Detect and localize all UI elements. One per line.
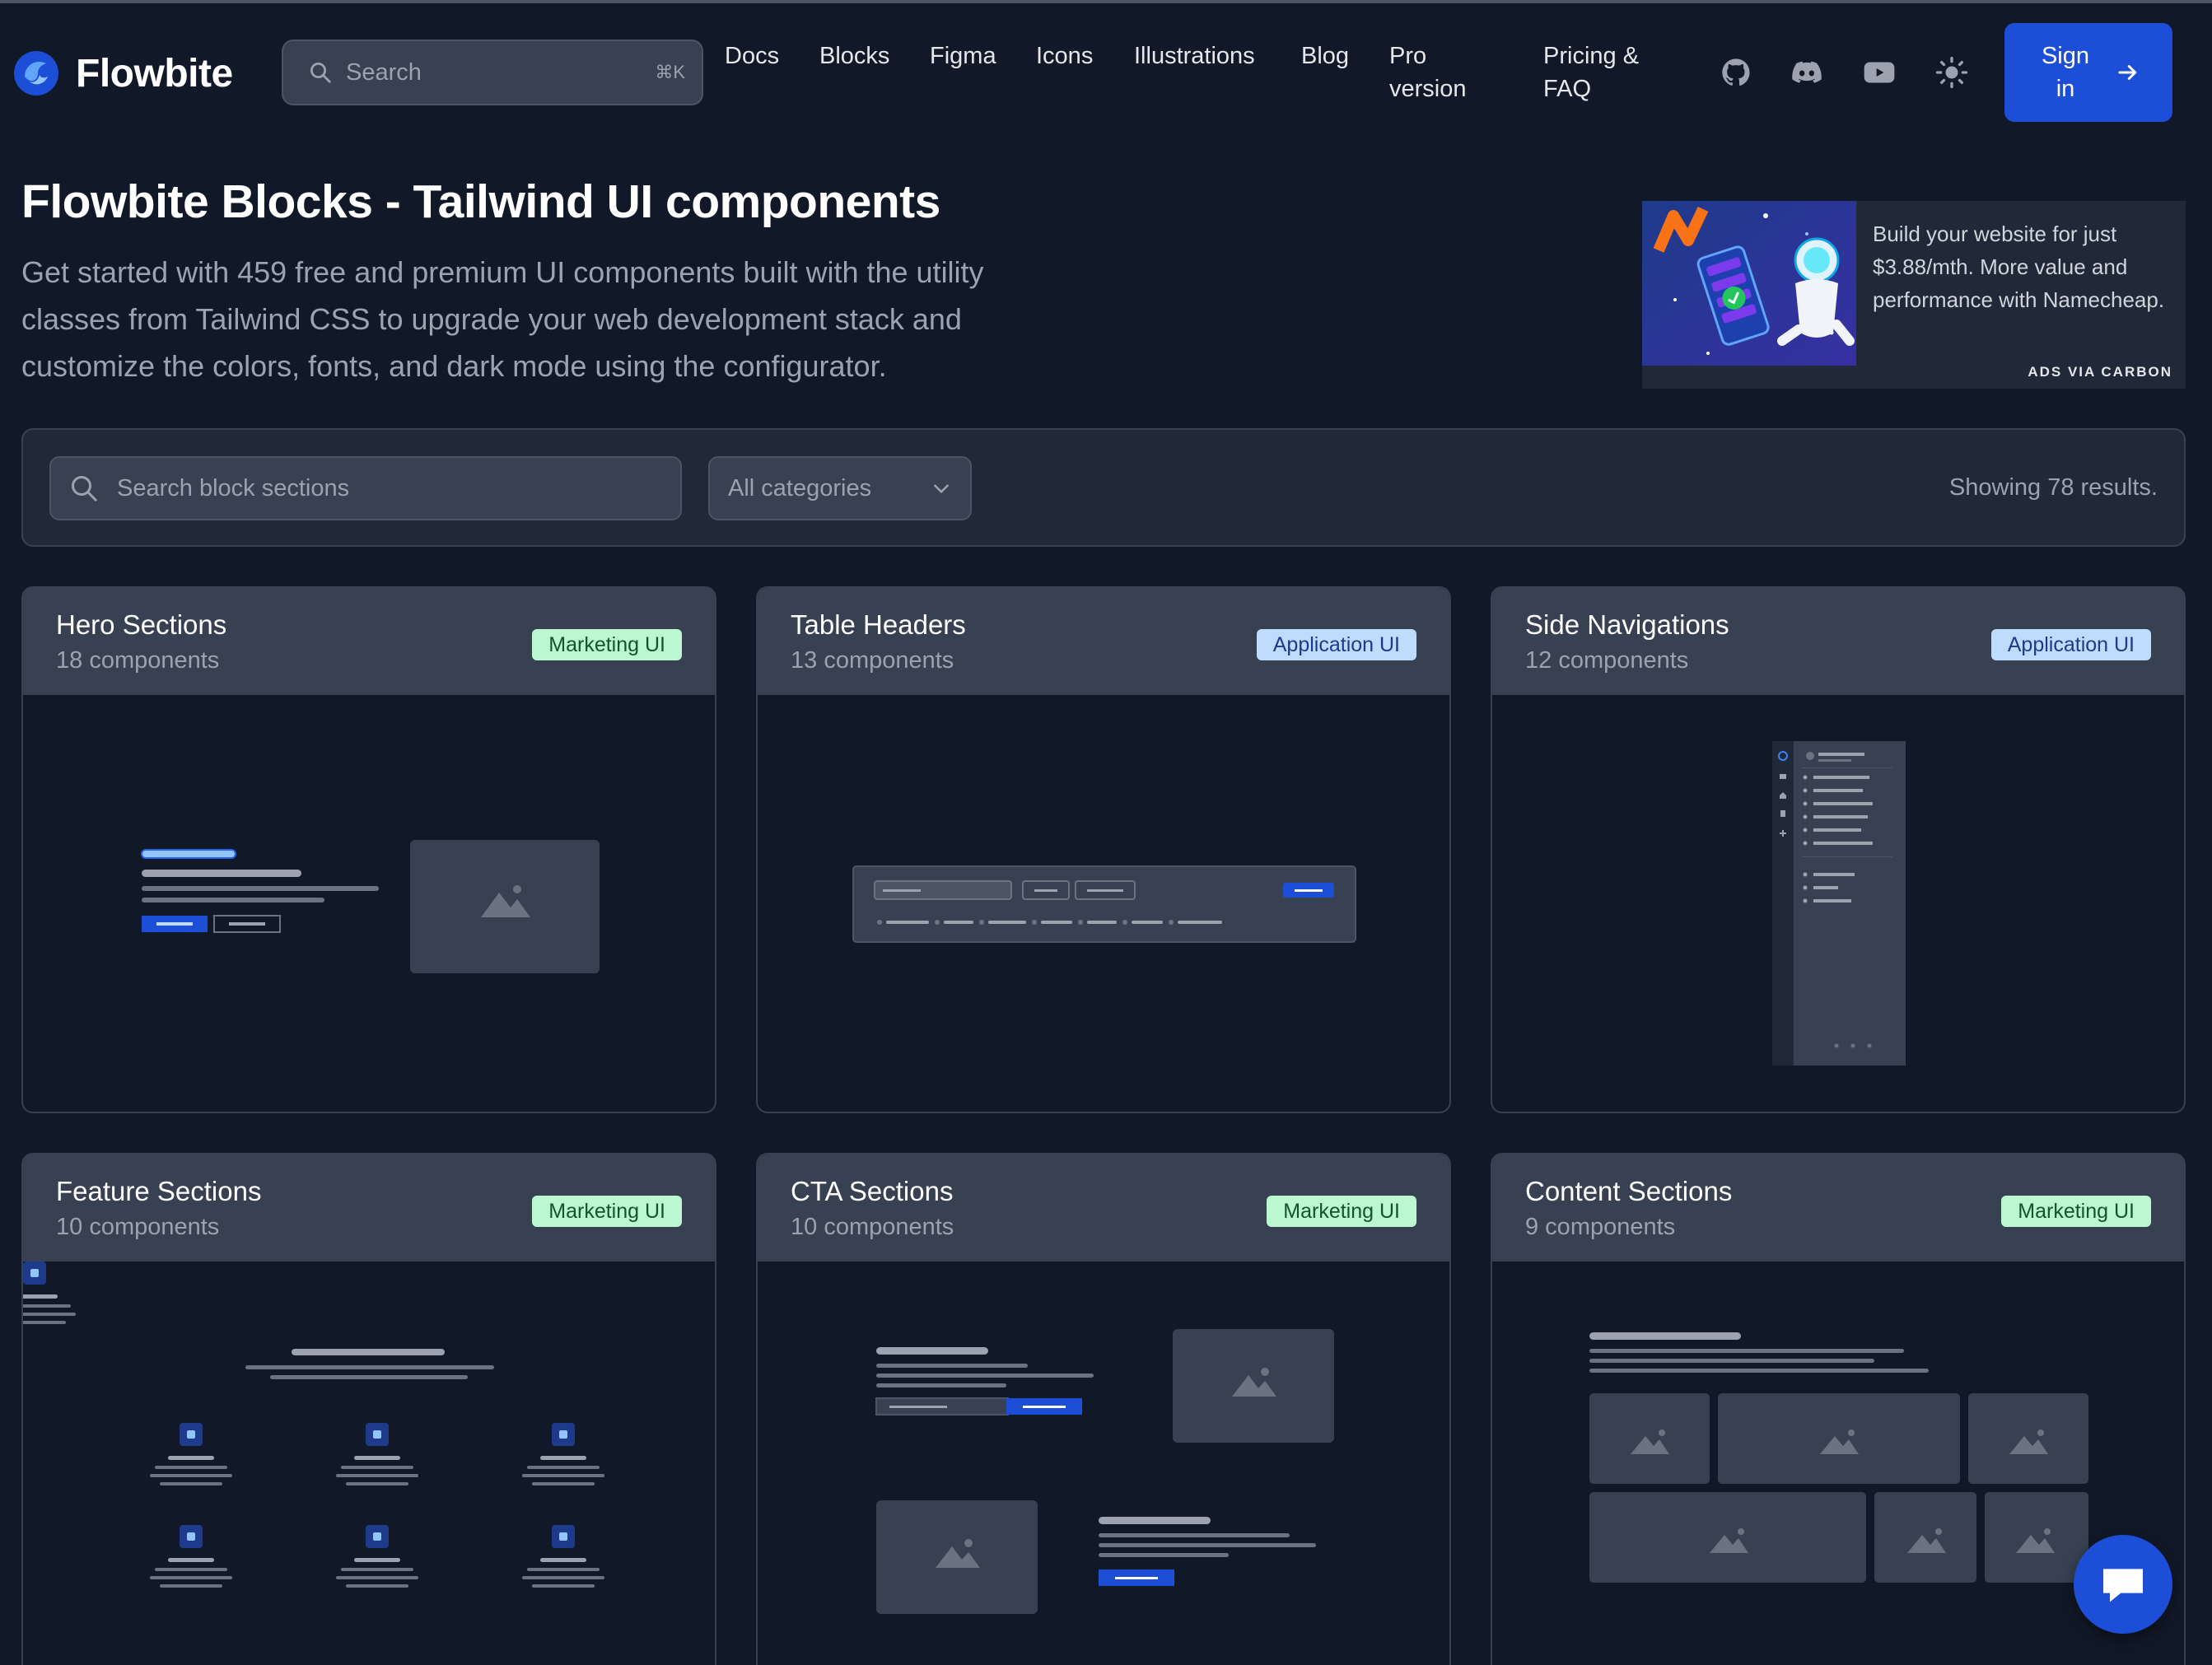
- sign-in-label: Sign in: [2037, 40, 2094, 105]
- card-count: 10 components: [791, 1214, 954, 1240]
- card-count: 12 components: [1525, 647, 1689, 674]
- nav-link-pro-line1: Pro: [1389, 43, 1427, 69]
- page-description: Get started with 459 free and premium UI…: [21, 255, 984, 383]
- card-count: 13 components: [791, 647, 954, 674]
- github-icon[interactable]: [1720, 56, 1752, 89]
- sign-in-line2: in: [2056, 76, 2075, 102]
- card-cta-sections[interactable]: CTA Sections 10 components Marketing UI: [756, 1153, 1451, 1665]
- category-badge: Application UI: [1256, 629, 1416, 660]
- nav-link-pricing-faq[interactable]: Pricing & FAQ: [1543, 40, 1639, 105]
- category-select-value: All categories: [728, 474, 872, 501]
- nav-link-pricing-line2: FAQ: [1543, 76, 1592, 102]
- card-hero-sections[interactable]: Hero Sections 18 components Marketing UI: [21, 586, 716, 1113]
- flowbite-logo-icon: [14, 51, 58, 96]
- card-preview-hero: [23, 695, 715, 1112]
- results-count: Showing 78 results.: [1948, 474, 2158, 501]
- block-search-placeholder: Search block sections: [117, 474, 350, 501]
- card-count: 10 components: [56, 1214, 220, 1240]
- brand-logo[interactable]: Flowbite: [13, 50, 233, 96]
- nav-link-blog[interactable]: Blog: [1301, 40, 1349, 72]
- sign-in-line1: Sign: [2041, 43, 2090, 69]
- card-preview-table-header: [758, 695, 1449, 1112]
- nav-link-docs[interactable]: Docs: [725, 40, 779, 72]
- card-title: Table Headers: [791, 609, 966, 640]
- search-icon: [72, 476, 97, 501]
- card-side-navigations[interactable]: Side Navigations 12 components Applicati…: [1491, 586, 2186, 1113]
- search-shortcut: ⌘K: [655, 62, 685, 82]
- category-badge: Marketing UI: [2001, 1196, 2151, 1227]
- card-count: 18 components: [56, 647, 220, 674]
- category-badge: Application UI: [1990, 629, 2151, 660]
- chat-support-button[interactable]: [2074, 1535, 2172, 1634]
- nav-link-illustrations[interactable]: Illustrations: [1134, 40, 1255, 72]
- ad-via-label[interactable]: ADS VIA CARBON: [2028, 364, 2172, 380]
- chat-bubble-icon: [2103, 1569, 2143, 1602]
- card-header: Feature Sections 10 components Marketing…: [23, 1154, 715, 1262]
- card-header: Side Navigations 12 components Applicati…: [1492, 588, 2184, 695]
- page-title: Flowbite Blocks - Tailwind UI components: [21, 175, 940, 228]
- discord-icon[interactable]: [1790, 56, 1823, 89]
- carbon-ad[interactable]: Build your website for just $3.88/mth. M…: [1642, 201, 2186, 389]
- youtube-icon[interactable]: [1863, 56, 1896, 89]
- filter-bar: Search block sections All categories Sho…: [21, 428, 2186, 547]
- theme-toggle-sun-icon[interactable]: [1935, 56, 1968, 89]
- ad-text: Build your website for just $3.88/mth. M…: [1873, 222, 2165, 312]
- card-preview-side-nav: [1492, 695, 2184, 1112]
- nav-link-pro-version[interactable]: Pro version: [1389, 40, 1467, 105]
- card-title: CTA Sections: [791, 1176, 954, 1206]
- card-header: Hero Sections 18 components Marketing UI: [23, 588, 715, 695]
- chevron-down-icon: [934, 484, 949, 493]
- search-placeholder: Search: [346, 58, 422, 86]
- ad-illustration: [1642, 201, 1856, 366]
- card-title: Hero Sections: [56, 609, 227, 640]
- card-title: Feature Sections: [56, 1176, 262, 1206]
- card-header: Content Sections 9 components Marketing …: [1492, 1154, 2184, 1262]
- card-table-headers[interactable]: Table Headers 13 components Application …: [756, 586, 1451, 1113]
- card-preview-cta: [758, 1262, 1449, 1665]
- sign-in-button[interactable]: Sign in: [2004, 23, 2172, 122]
- card-header: CTA Sections 10 components Marketing UI: [758, 1154, 1449, 1262]
- card-count: 9 components: [1525, 1214, 1676, 1240]
- arrow-right-icon: [2118, 65, 2137, 80]
- category-select[interactable]: All categories: [708, 456, 972, 520]
- category-badge: Marketing UI: [1267, 1196, 1416, 1227]
- category-badge: Marketing UI: [532, 629, 682, 660]
- card-header: Table Headers 13 components Application …: [758, 588, 1449, 695]
- brand-name: Flowbite: [76, 51, 233, 96]
- search-icon: [310, 63, 331, 83]
- card-title: Side Navigations: [1525, 609, 1729, 640]
- nav-link-pricing-line1: Pricing &: [1543, 43, 1640, 69]
- card-preview-feature: [23, 1262, 715, 1665]
- block-search-input[interactable]: Search block sections: [49, 456, 682, 520]
- nav-link-blocks[interactable]: Blocks: [819, 40, 889, 72]
- nav-link-figma[interactable]: Figma: [930, 40, 996, 72]
- nav-link-pro-line2: version: [1389, 76, 1467, 102]
- nav-link-icons[interactable]: Icons: [1036, 40, 1093, 72]
- category-badge: Marketing UI: [532, 1196, 682, 1227]
- navbar: Flowbite Search ⌘K Docs Blocks Figma Ico…: [0, 3, 2212, 142]
- docs-search-input[interactable]: Search ⌘K: [282, 40, 703, 105]
- card-title: Content Sections: [1525, 1176, 1733, 1206]
- card-feature-sections[interactable]: Feature Sections 10 components Marketing…: [21, 1153, 716, 1665]
